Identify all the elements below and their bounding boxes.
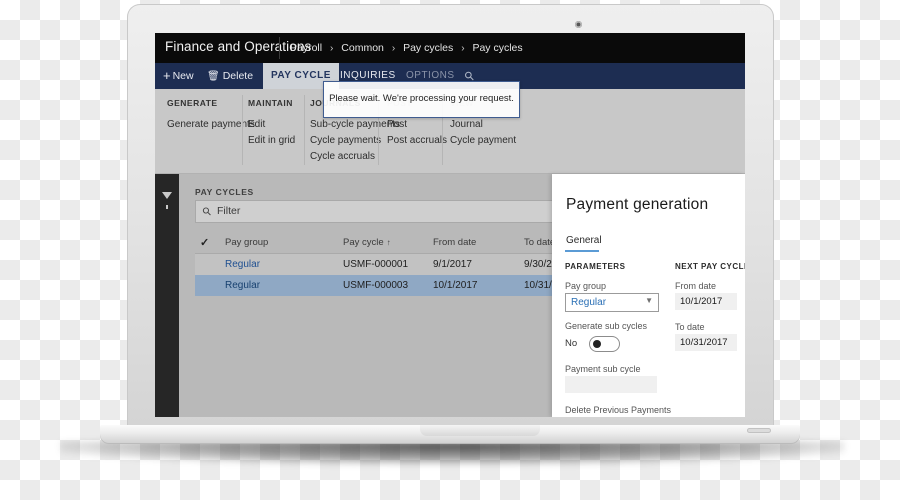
ribbon-item-edit-in-grid[interactable]: Edit in grid — [248, 135, 295, 146]
chevron-down-icon: ▼ — [645, 296, 653, 305]
breadcrumb-item-common[interactable]: Common — [341, 42, 384, 54]
ribbon-group-title: GENERATE — [167, 98, 218, 108]
section-next-pay-cycle: NEXT PAY CYCLE — [675, 262, 745, 271]
cell-pay-cycle: USMF-000001 — [343, 259, 409, 270]
ribbon-group-maintain: MAINTAIN Edit Edit in grid — [248, 89, 305, 173]
breadcrumb-item-payroll[interactable]: Payroll — [290, 42, 322, 54]
label-generate-sub-cycles: Generate sub cycles — [565, 321, 648, 331]
column-header-from-date[interactable]: From date — [433, 237, 476, 248]
label-from-date: From date — [675, 281, 717, 291]
from-date-field: 10/1/2017 — [675, 293, 737, 310]
checkmark-icon[interactable]: ✓ — [200, 236, 209, 249]
webcam-icon — [575, 21, 582, 28]
content-pane: PAY CYCLES ⚲ Filter ✓ Pay group Pay cycl… — [155, 174, 745, 417]
funnel-icon[interactable] — [162, 192, 172, 209]
cell-from-date: 10/1/2017 — [433, 280, 478, 291]
ribbon-group-generate: GENERATE Generate payments — [167, 89, 255, 173]
ribbon-item-cycle-payment[interactable]: Cycle payment — [450, 135, 516, 146]
brand-divider — [279, 37, 280, 59]
new-button[interactable]: + New — [163, 63, 194, 89]
delete-button-label: Delete — [222, 70, 254, 82]
breadcrumb-item-pay-cycles-current[interactable]: Pay cycles — [472, 42, 522, 54]
filter-rail — [155, 174, 179, 417]
laptop-base-tab — [747, 428, 771, 433]
filter-placeholder: Filter — [217, 205, 241, 217]
delete-button[interactable]: 🗑 Delete — [207, 63, 253, 89]
breadcrumb-separator-icon: › — [391, 43, 396, 54]
cell-pay-group[interactable]: Regular — [225, 259, 260, 270]
breadcrumb-item-pay-cycles[interactable]: Pay cycles — [403, 42, 453, 54]
sort-ascending-icon: ↑ — [386, 238, 391, 247]
payment-sub-cycle-input[interactable] — [565, 376, 657, 393]
pay-group-select[interactable]: Regular ▼ — [565, 293, 659, 312]
label-delete-previous-payments: Delete Previous Payments — [565, 405, 672, 415]
generate-sub-cycles-toggle[interactable] — [589, 336, 620, 352]
tab-general[interactable]: General — [566, 235, 602, 246]
pay-group-value: Regular — [571, 297, 607, 308]
label-pay-group: Pay group — [565, 281, 607, 291]
breadcrumb-separator-icon: › — [461, 43, 465, 54]
cell-pay-cycle: USMF-000003 — [343, 280, 409, 291]
ribbon-item-post-accruals[interactable]: Post accruals — [387, 135, 447, 146]
ribbon-item-journal[interactable]: Journal — [450, 119, 483, 130]
laptop-base-notch — [420, 425, 540, 436]
app-window: Finance and Operations Payroll › Common … — [155, 33, 745, 417]
trash-icon: 🗑 — [207, 71, 220, 82]
section-parameters: PARAMETERS — [565, 262, 626, 271]
page-title: Payment generation — [566, 196, 709, 213]
search-icon: ⚲ — [200, 204, 215, 219]
payment-generation-panel: Payment generation General PARAMETERS NE… — [552, 174, 745, 417]
column-header-pay-cycle-label: Pay cycle — [343, 237, 384, 248]
ribbon-item-edit[interactable]: Edit — [248, 119, 265, 130]
plus-icon: + — [163, 68, 171, 83]
tab-active-indicator — [565, 250, 599, 252]
column-header-to-date[interactable]: To date — [524, 237, 555, 248]
ribbon-group-title: MAINTAIN — [248, 98, 293, 108]
toggle-knob — [593, 340, 601, 348]
screenshot-stage: Finance and Operations Payroll › Common … — [0, 0, 900, 500]
ribbon-item-cycle-payments[interactable]: Cycle payments — [310, 135, 381, 146]
toast-message: Please wait. We're processing your reque… — [329, 93, 514, 104]
cell-pay-group[interactable]: Regular — [225, 280, 260, 291]
ribbon-item-cycle-accruals[interactable]: Cycle accruals — [310, 151, 375, 162]
to-date-field: 10/31/2017 — [675, 334, 737, 351]
column-header-pay-group[interactable]: Pay group — [225, 237, 268, 248]
column-header-pay-cycle[interactable]: Pay cycle ↑ — [343, 237, 391, 248]
new-button-label: New — [172, 70, 194, 82]
from-date-value: 10/1/2017 — [680, 296, 723, 307]
to-date-value: 10/31/2017 — [680, 337, 728, 348]
label-to-date: To date — [675, 322, 705, 332]
breadcrumb: Payroll › Common › Pay cycles › Pay cycl… — [290, 42, 523, 54]
app-top-bar: Finance and Operations Payroll › Common … — [155, 33, 745, 63]
grid-caption: PAY CYCLES — [195, 187, 254, 197]
breadcrumb-separator-icon: › — [330, 43, 334, 54]
generate-sub-cycles-value: No — [565, 338, 578, 349]
ribbon-group-divider — [242, 95, 243, 165]
ribbon-group-divider — [304, 95, 305, 165]
processing-toast: Please wait. We're processing your reque… — [323, 81, 520, 118]
cell-from-date: 9/1/2017 — [433, 259, 472, 270]
laptop-screen: Finance and Operations Payroll › Common … — [155, 33, 745, 417]
laptop-shadow — [60, 441, 845, 465]
ribbon-item-post[interactable]: Post — [387, 119, 407, 130]
label-payment-sub-cycle: Payment sub cycle — [565, 364, 641, 374]
